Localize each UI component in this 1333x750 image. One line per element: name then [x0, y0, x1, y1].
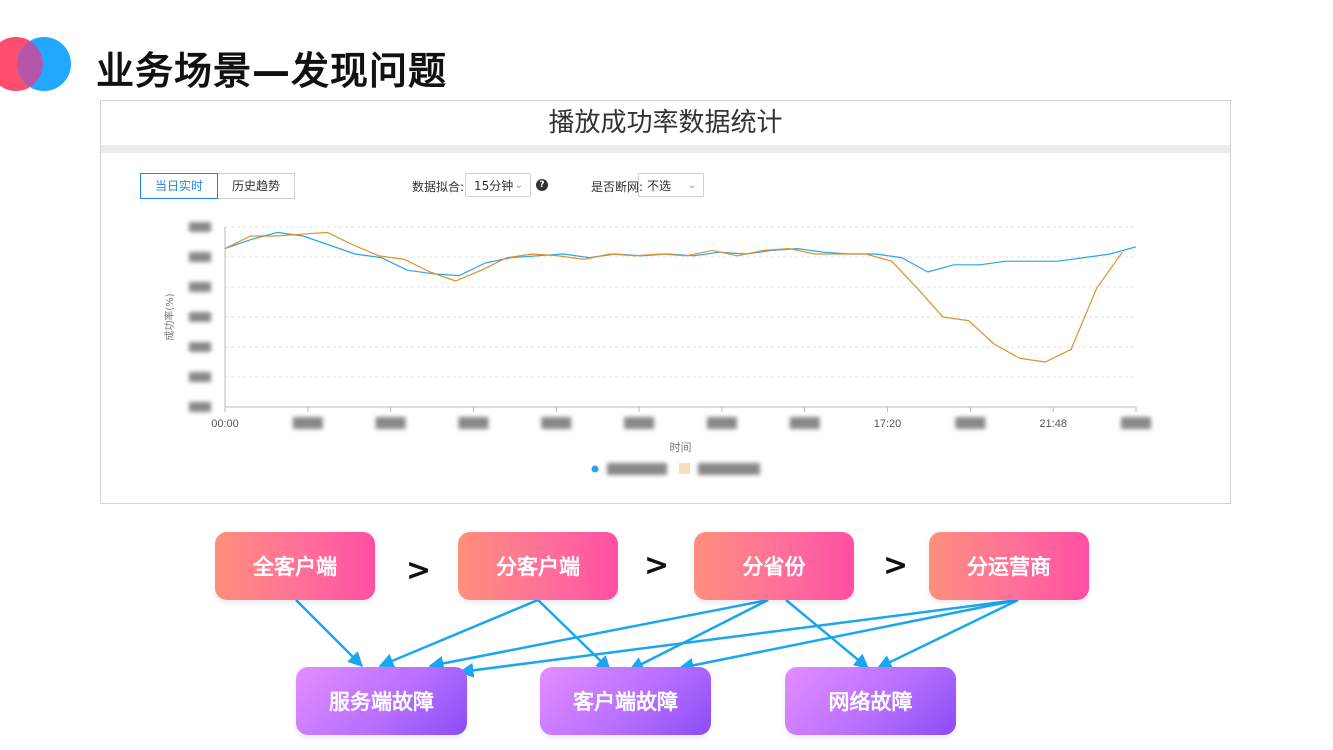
- flow-node-per-client: 分客户端: [458, 532, 618, 600]
- flow-node-client-fault: 客户端故障: [540, 667, 711, 735]
- arrow-carrier-to-server: [458, 598, 1019, 678]
- flow-node-per-carrier: 分运营商: [929, 532, 1089, 600]
- arrow-province-to-server: [428, 598, 769, 671]
- arrow-all-to-server: [295, 599, 364, 668]
- flow-node-per-province: 分省份: [694, 532, 854, 600]
- flow-node-network-fault: 网络故障: [785, 667, 956, 735]
- arrow-client-to-server: [378, 598, 539, 668]
- flow-arrows: [295, 598, 1019, 678]
- flow-separator: >: [406, 553, 432, 588]
- flow-node-all-clients: 全客户端: [215, 532, 375, 600]
- arrow-province-to-network: [785, 599, 870, 669]
- flow-separator: >: [644, 548, 670, 583]
- flow-separator: >: [883, 548, 909, 583]
- flow-node-server-fault: 服务端故障: [296, 667, 467, 735]
- arrow-carrier-to-client: [678, 598, 1019, 673]
